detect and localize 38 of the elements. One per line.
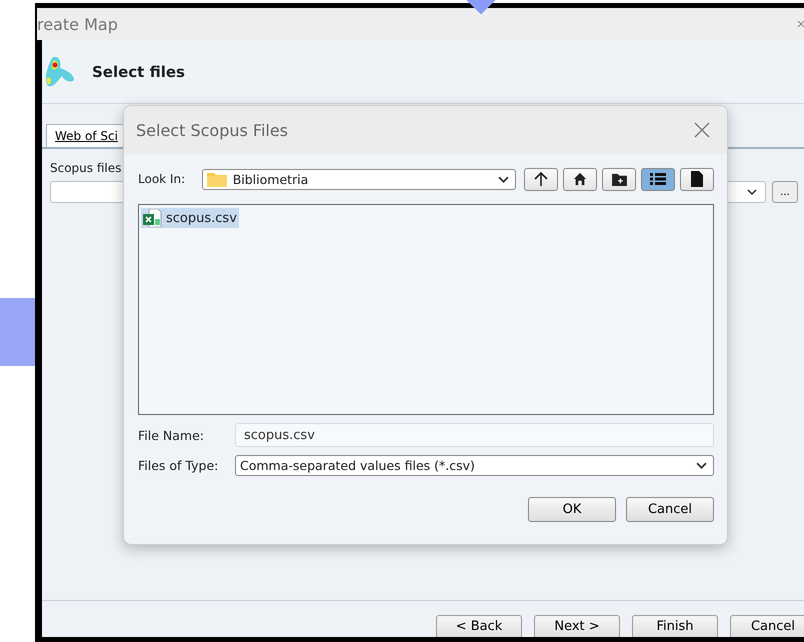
details-view-button[interactable] <box>680 168 714 190</box>
home-icon <box>573 172 587 186</box>
chevron-icon <box>747 189 757 195</box>
look-in-label: Look In: <box>138 172 186 186</box>
close-icon[interactable] <box>694 122 710 138</box>
look-in-dropdown[interactable]: Bibliometria <box>202 168 516 190</box>
new-folder-button[interactable] <box>602 168 636 190</box>
file-name-field[interactable]: scopus.csv <box>235 423 714 447</box>
list-view-button[interactable] <box>641 168 675 190</box>
wizard-button[interactable]: < Back <box>436 615 522 637</box>
file-name-label: File Name: <box>138 428 205 442</box>
square-marker <box>0 298 36 366</box>
file-type-dropdown[interactable]: Comma-separated values files (*.csv) <box>235 454 714 476</box>
document-icon <box>691 171 703 187</box>
page-title: Select files <box>92 62 185 80</box>
file-list[interactable]: scopus.csv <box>138 204 714 415</box>
up-arrow-button[interactable] <box>524 168 558 190</box>
wizard-button[interactable]: Finish <box>632 615 718 637</box>
folder-plus-icon <box>612 172 626 186</box>
look-in-value: Bibliometria <box>232 172 310 186</box>
folder-icon <box>206 171 227 187</box>
file-type-label: Files of Type: <box>138 458 220 472</box>
home-button[interactable] <box>563 168 597 190</box>
dialog-title: Select Scopus Files <box>136 120 288 140</box>
file-type-value: Comma-separated values files (*.csv) <box>240 458 476 472</box>
browse-button[interactable]: ... <box>772 181 798 203</box>
file-item[interactable]: scopus.csv <box>141 208 239 228</box>
chevron-icon <box>498 176 509 182</box>
field-label: Scopus files <box>50 161 122 175</box>
chevron-icon <box>696 462 707 468</box>
spreadsheet-file-icon <box>143 209 163 227</box>
up-arrow-icon <box>533 171 549 187</box>
list-icon <box>650 172 666 186</box>
dialog-button[interactable]: OK <box>528 497 616 522</box>
dialog-button[interactable]: Cancel <box>626 497 714 522</box>
window-title: reate Map <box>37 14 118 34</box>
wizard-button[interactable]: Next > <box>534 615 620 637</box>
wizard-button[interactable]: Cancel <box>730 615 804 637</box>
